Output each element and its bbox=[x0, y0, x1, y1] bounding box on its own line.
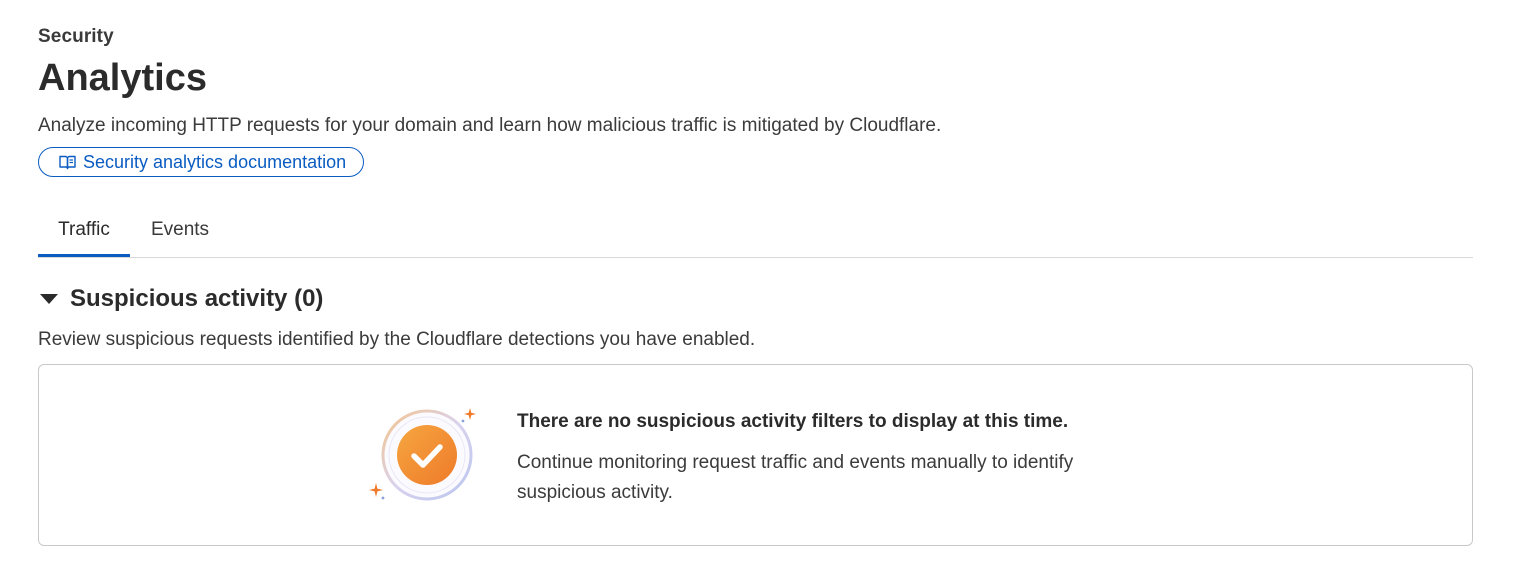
empty-state-card: There are no suspicious activity filters… bbox=[38, 364, 1473, 546]
documentation-button-label: Security analytics documentation bbox=[83, 151, 347, 172]
section-description: Review suspicious requests identified by… bbox=[38, 329, 756, 350]
checkmark-badge-icon bbox=[367, 405, 477, 505]
tab-traffic[interactable]: Traffic bbox=[38, 203, 130, 257]
page-title: Analytics bbox=[38, 57, 207, 99]
empty-state-heading: There are no suspicious activity filters… bbox=[517, 411, 1069, 432]
tab-bar: Traffic Events bbox=[38, 203, 1473, 258]
caret-down-icon bbox=[40, 294, 58, 304]
book-icon bbox=[59, 155, 76, 170]
suspicious-activity-toggle[interactable]: Suspicious activity (0) bbox=[38, 285, 323, 313]
breadcrumb[interactable]: Security bbox=[38, 26, 114, 48]
section-title: Suspicious activity (0) bbox=[70, 285, 324, 312]
tab-events[interactable]: Events bbox=[151, 203, 209, 257]
page-description: Analyze incoming HTTP requests for your … bbox=[38, 115, 942, 136]
documentation-button[interactable]: Security analytics documentation bbox=[38, 147, 365, 177]
empty-state-body: Continue monitoring request traffic and … bbox=[517, 452, 1074, 503]
